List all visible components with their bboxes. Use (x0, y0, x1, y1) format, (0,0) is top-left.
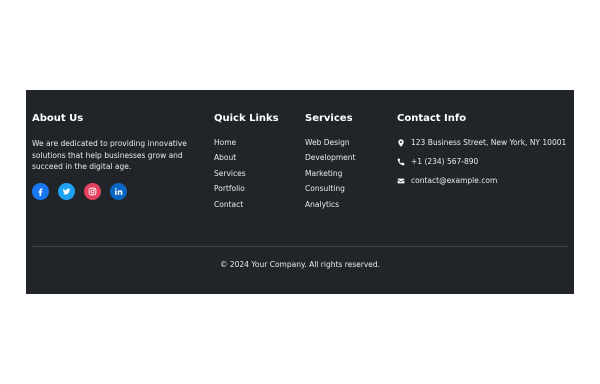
map-marker-icon (397, 139, 405, 147)
linkedin-link[interactable] (110, 182, 127, 200)
contact-email: contact@example.com (397, 176, 567, 186)
instagram-link[interactable] (84, 182, 101, 200)
about-description: We are dedicated to providing innovative… (32, 139, 187, 171)
linkedin-icon (115, 187, 123, 195)
contact-address: 123 Business Street, New York, NY 10001 (397, 138, 567, 148)
about-section: About Us We are dedicated to providing i… (32, 112, 208, 200)
twitter-link[interactable] (58, 182, 75, 200)
service-analytics[interactable]: Analytics (305, 200, 390, 210)
quick-links-list: Home About Services Portfolio Contact (214, 138, 294, 210)
service-marketing[interactable]: Marketing (305, 169, 390, 179)
facebook-icon (38, 188, 43, 196)
link-home[interactable]: Home (214, 138, 294, 148)
services-list: Web Design Development Marketing Consult… (305, 138, 390, 210)
site-footer: About Us We are dedicated to providing i… (26, 90, 574, 294)
link-services[interactable]: Services (214, 169, 294, 179)
quick-links-heading: Quick Links (214, 113, 279, 124)
address-text: 123 Business Street, New York, NY 10001 (411, 138, 567, 147)
copyright-text: © 2024 Your Company. All rights reserved… (219, 260, 381, 269)
twitter-icon (62, 187, 71, 195)
service-development[interactable]: Development (305, 153, 390, 163)
services-section: Services Web Design Development Marketin… (305, 112, 390, 215)
quick-links-section: Quick Links Home About Services Portfoli… (214, 112, 294, 215)
contact-phone: +1 (234) 567-890 (397, 157, 567, 167)
service-consulting[interactable]: Consulting (305, 184, 390, 194)
link-about[interactable]: About (214, 153, 294, 163)
social-links (32, 182, 208, 200)
about-heading: About Us (32, 113, 84, 124)
facebook-link[interactable] (32, 182, 49, 200)
phone-icon (397, 158, 405, 166)
services-heading: Services (305, 113, 353, 124)
contact-heading: Contact Info (397, 113, 467, 124)
link-contact[interactable]: Contact (214, 200, 294, 210)
instagram-icon (88, 187, 97, 195)
envelope-icon (397, 177, 405, 185)
service-web-design[interactable]: Web Design (305, 138, 390, 148)
email-text[interactable]: contact@example.com (411, 176, 497, 186)
contact-section: Contact Info 123 Business Street, New Yo… (397, 112, 567, 195)
link-portfolio[interactable]: Portfolio (214, 184, 294, 194)
footer-divider (32, 246, 568, 247)
phone-text: +1 (234) 567-890 (411, 157, 479, 166)
